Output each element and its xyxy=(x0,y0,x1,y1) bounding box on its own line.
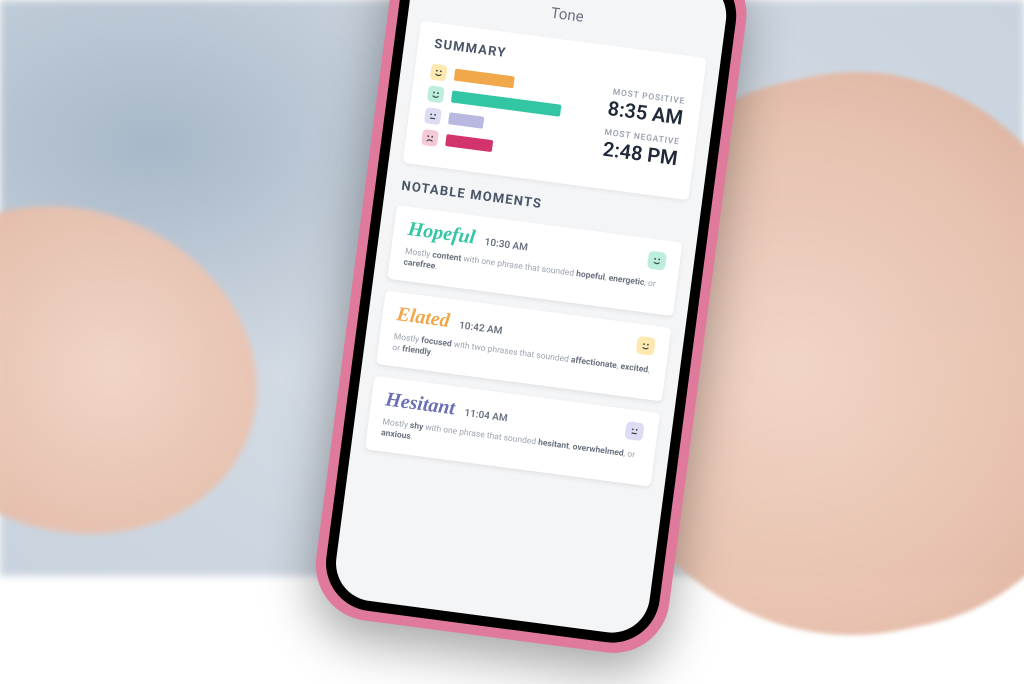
face-icon xyxy=(427,85,445,103)
moment-time: 11:04 AM xyxy=(464,408,509,425)
bar-fill xyxy=(454,69,515,89)
bar-fill xyxy=(445,134,493,152)
moment-time: 10:30 AM xyxy=(484,237,529,254)
moment-name: Hopeful xyxy=(406,218,476,250)
moment-name: Elated xyxy=(395,303,451,333)
moment-time: 10:42 AM xyxy=(458,320,503,337)
face-icon xyxy=(647,250,667,270)
app-content: Tone SUMMARY xyxy=(331,0,726,637)
face-icon xyxy=(424,107,442,125)
bar-fill xyxy=(448,112,484,128)
face-icon xyxy=(430,64,448,82)
face-icon xyxy=(421,129,439,147)
summary-bar-chart xyxy=(420,64,579,171)
face-icon xyxy=(636,336,656,356)
battery-icon xyxy=(692,0,708,2)
moments-list: Hopeful10:30 AMMostly content with one p… xyxy=(365,205,683,486)
summary-stats: MOST POSITIVE 8:35 AM MOST NEGATIVE 2:48… xyxy=(581,85,685,184)
moment-name: Hesitant xyxy=(384,388,456,420)
face-icon xyxy=(624,421,644,441)
